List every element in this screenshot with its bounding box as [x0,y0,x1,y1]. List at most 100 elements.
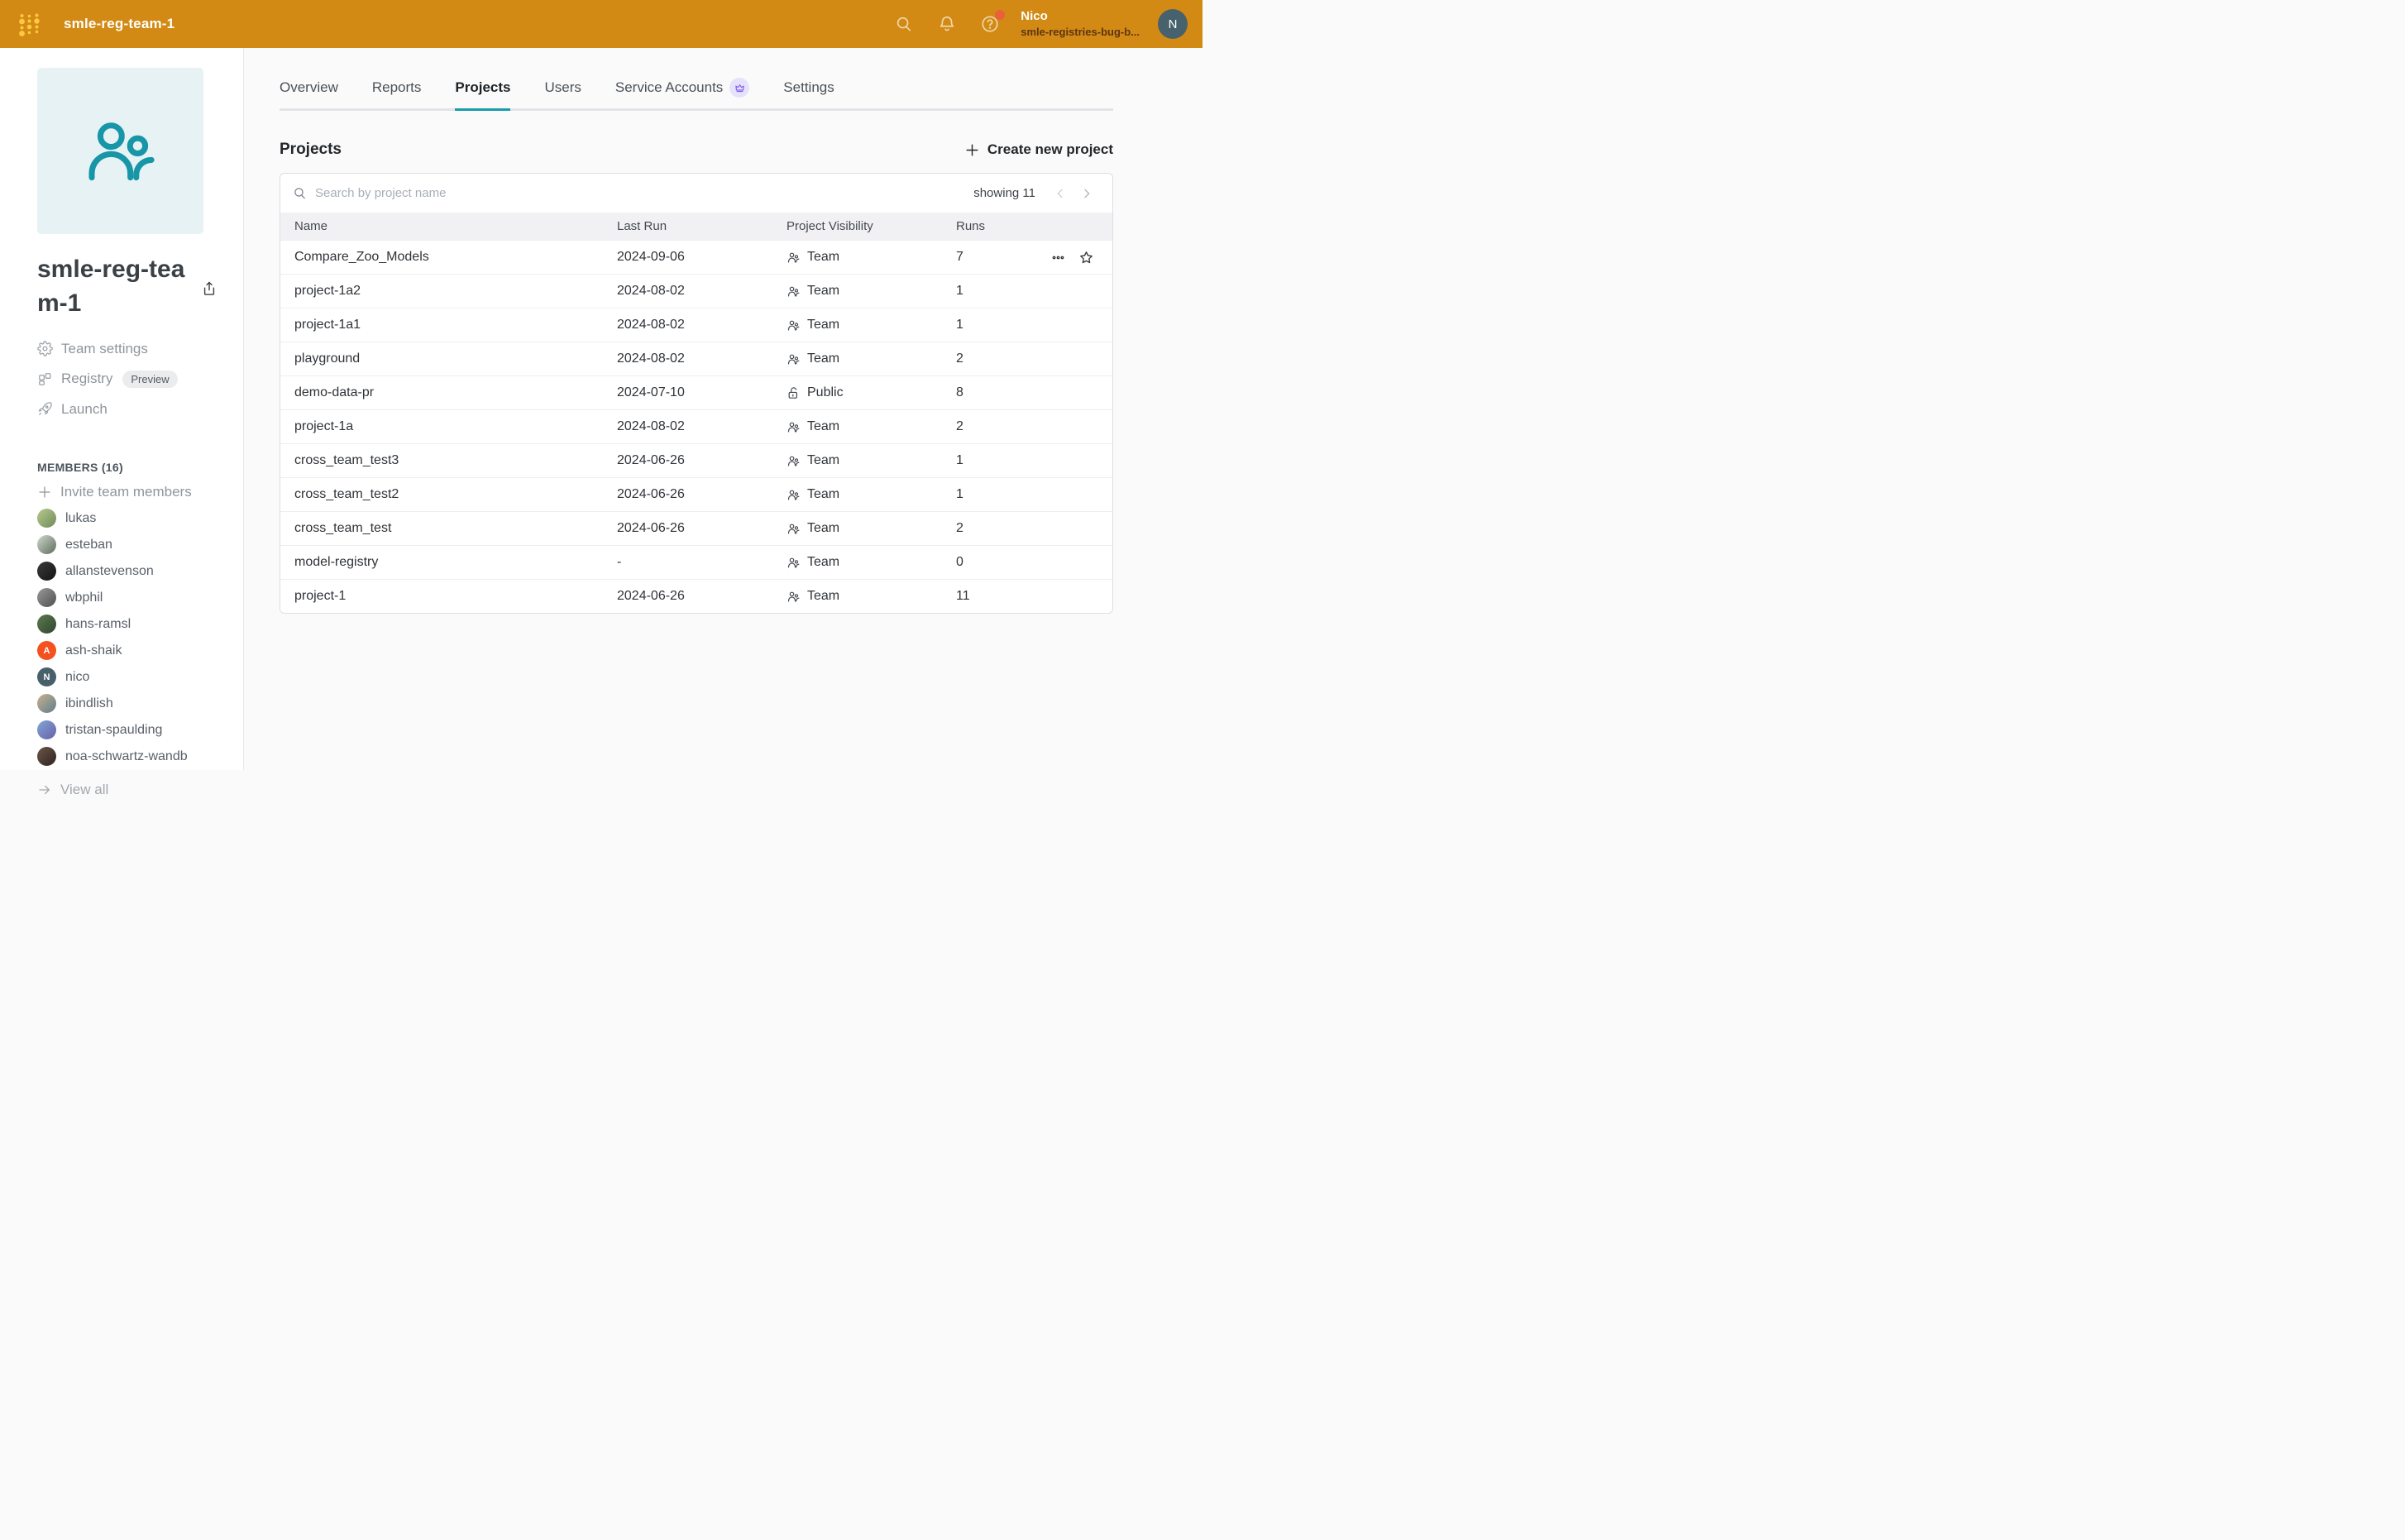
team-people-icon [787,251,801,265]
project-name[interactable]: cross_team_test [294,521,617,536]
member-list-item[interactable]: N nico [37,664,243,691]
search-icon [293,186,307,200]
member-list-item[interactable]: esteban [37,532,243,558]
member-name: nico [65,670,89,685]
member-list-item[interactable]: tristan-spaulding [37,717,243,744]
sidebar-item-registry[interactable]: Registry Preview [37,364,243,395]
open-lock-icon [787,386,801,400]
team-people-icon [787,285,801,299]
visibility-label: Team [807,318,839,332]
member-list-item[interactable]: noa-schwartz-wandb [37,744,243,770]
tab-reports[interactable]: Reports [372,78,422,108]
team-people-icon [787,352,801,366]
member-name: esteban [65,538,112,552]
wandb-dots-menu-icon[interactable] [18,12,41,36]
tab-settings[interactable]: Settings [783,78,834,108]
share-icon[interactable] [201,280,218,321]
table-row[interactable]: project-1 2024-06-26 [280,579,1112,613]
member-list-item[interactable]: hans-ramsl [37,611,243,638]
user-org: smle-registries-bug-b... [1021,26,1140,39]
arrow-right-icon [37,782,52,797]
project-search-input[interactable] [315,186,973,200]
project-name[interactable]: project-1a1 [294,318,617,332]
visibility-label: Public [807,385,844,400]
project-runs-count: 11 [956,589,1047,604]
tab-label: Service Accounts [615,79,723,96]
sidebar-item-launch[interactable]: Launch [37,395,243,424]
member-list-item[interactable]: A ash-shaik [37,638,243,664]
rocket-icon [37,401,53,417]
tab-service-accounts[interactable]: Service Accounts [615,78,749,108]
visibility-label: Team [807,589,839,604]
projects-section-title: Projects [280,141,342,159]
view-all-members-link[interactable]: View all [37,782,243,798]
sidebar-item-team-settings[interactable]: Team settings [37,334,243,364]
table-row[interactable]: Compare_Zoo_Models 2024-09-06 [280,240,1112,274]
member-avatar: A [37,641,56,660]
help-icon[interactable] [981,15,999,33]
search-icon[interactable] [895,15,913,33]
project-name[interactable]: demo-data-pr [294,385,617,400]
table-row[interactable]: project-1a2 2024-08-02 [280,274,1112,308]
sidebar-item-label: Team settings [61,341,148,357]
project-name[interactable]: model-registry [294,555,617,570]
project-visibility: Team [787,318,956,332]
member-list-item[interactable]: allanstevenson [37,558,243,585]
project-visibility: Team [787,555,956,570]
user-name: Nico [1021,9,1140,25]
member-list-item[interactable]: lukas [37,505,243,532]
table-row[interactable]: demo-data-pr 2024-07-10 P [280,375,1112,409]
table-row[interactable]: cross_team_test 2024-06-26 [280,511,1112,545]
project-runs-count: 1 [956,318,1047,332]
project-last-run: 2024-08-02 [617,284,787,299]
row-actions [1047,250,1112,265]
user-avatar[interactable]: N [1158,9,1188,39]
table-row[interactable]: cross_team_test2 2024-06-26 [280,477,1112,511]
pagination-prev-button[interactable] [1047,184,1073,203]
top-navbar: smle-reg-team-1 Nico smle-registries-bug… [0,0,1202,48]
create-new-project-button[interactable]: Create new project [964,141,1113,158]
project-name[interactable]: playground [294,352,617,366]
notification-dot [995,10,1005,20]
pagination-next-button[interactable] [1073,184,1100,203]
project-name[interactable]: Compare_Zoo_Models [294,250,617,265]
tab-users[interactable]: Users [544,78,581,108]
table-row[interactable]: cross_team_test3 2024-06-26 [280,443,1112,477]
overflow-menu-icon[interactable] [1051,251,1065,265]
project-name[interactable]: project-1 [294,589,617,604]
project-name[interactable]: project-1a [294,419,617,434]
member-list-item[interactable]: ibindlish [37,691,243,717]
member-avatar [37,588,56,607]
table-row[interactable]: project-1a1 2024-08-02 [280,308,1112,342]
project-name[interactable]: project-1a2 [294,284,617,299]
project-last-run: 2024-06-26 [617,521,787,536]
members-section-label: MEMBERS (16) [37,461,243,474]
gear-icon [37,341,53,356]
registry-grid-icon [37,371,53,387]
user-menu[interactable]: Nico smle-registries-bug-b... [1021,9,1140,39]
table-row[interactable]: model-registry - [280,545,1112,579]
member-name: tristan-spaulding [65,723,162,738]
star-icon[interactable] [1078,250,1094,265]
member-name: hans-ramsl [65,617,131,632]
project-name[interactable]: cross_team_test3 [294,453,617,468]
project-last-run: 2024-08-02 [617,352,787,366]
table-row[interactable]: project-1a 2024-08-02 [280,409,1112,443]
team-people-icon [787,454,801,468]
table-row[interactable]: playground 2024-08-02 [280,342,1112,375]
project-last-run: - [617,555,787,570]
project-last-run: 2024-06-26 [617,453,787,468]
project-runs-count: 7 [956,250,1047,265]
member-list-item[interactable]: wbphil [37,585,243,611]
preview-badge: Preview [122,371,177,388]
member-avatar [37,747,56,766]
invite-team-members-button[interactable]: Invite team members [37,484,243,500]
project-name[interactable]: cross_team_test2 [294,487,617,502]
notifications-bell-icon[interactable] [938,15,956,33]
team-avatar[interactable] [37,68,203,234]
showing-count: showing 11 [973,186,1035,200]
project-visibility: Team [787,487,956,502]
tab-projects[interactable]: Projects [455,78,510,108]
project-visibility: Team [787,453,956,468]
tab-overview[interactable]: Overview [280,78,338,108]
